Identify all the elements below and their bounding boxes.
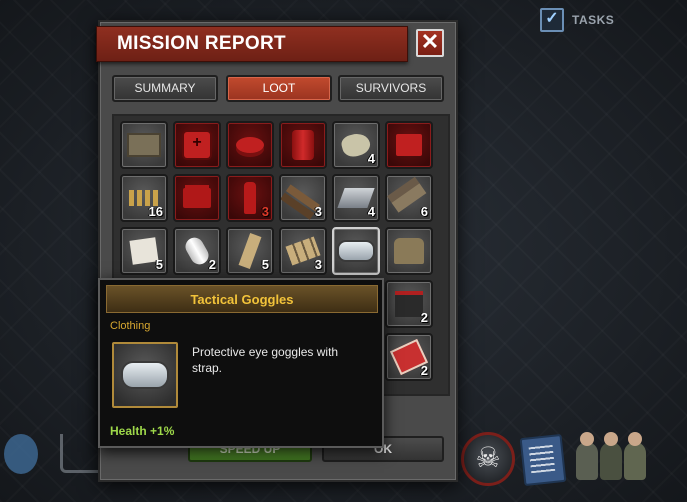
tab-survivors[interactable]: SURVIVORS — [338, 75, 444, 102]
loot-slot[interactable] — [173, 121, 221, 169]
tooltip-title: Tactical Goggles — [190, 292, 294, 307]
loot-slot[interactable]: 4 — [332, 174, 380, 222]
documents-icon[interactable] — [519, 433, 567, 487]
loot-slot[interactable]: 2 — [385, 333, 433, 381]
map-globe-icon[interactable] — [4, 434, 38, 474]
goggles-icon — [337, 240, 375, 262]
loot-slot[interactable]: 4 — [332, 121, 380, 169]
item-tooltip: Tactical Goggles Clothing Protective eye… — [98, 278, 384, 448]
tooltip-category: Clothing — [110, 320, 151, 332]
ammo-crate-icon — [127, 133, 161, 157]
loot-slot[interactable]: 2 — [173, 227, 221, 275]
tooltip-description: Protective eye goggles with strap. — [192, 345, 339, 375]
loot-slot[interactable]: 16 — [120, 174, 168, 222]
window-titlebar: MISSION REPORT — [96, 26, 408, 62]
paper-icon — [129, 237, 159, 265]
close-button[interactable]: ✕ — [416, 29, 444, 57]
tooltip-stat: Health +1% — [110, 424, 175, 438]
wood-stick-icon — [238, 232, 262, 270]
battery-icon — [395, 291, 423, 317]
tab-summary[interactable]: SUMMARY — [112, 75, 218, 102]
tasks-checkbox-icon[interactable]: ✓ — [540, 8, 564, 32]
tooltip-item-frame — [112, 342, 178, 408]
tab-bar: SUMMARY LOOT SURVIVORS — [112, 75, 446, 103]
tooltip-header: Tactical Goggles — [106, 285, 378, 313]
loot-slot[interactable] — [226, 121, 274, 169]
window-title: MISSION REPORT — [117, 33, 286, 54]
fuel-barrel-icon — [292, 130, 314, 160]
boots-icon — [394, 238, 424, 264]
skull-icon[interactable]: ☠ — [461, 432, 515, 486]
tasks-toggle[interactable]: ✓ TASKS — [540, 8, 614, 32]
bottle-icon — [244, 182, 256, 214]
loot-slot[interactable] — [120, 121, 168, 169]
loot-slot[interactable] — [279, 121, 327, 169]
survivors-group-icon[interactable] — [576, 432, 648, 480]
loot-slot[interactable] — [173, 174, 221, 222]
tab-loot[interactable]: LOOT — [226, 75, 332, 102]
loot-slot[interactable] — [385, 227, 433, 275]
food-can-icon — [236, 137, 264, 153]
goggles-icon — [121, 361, 169, 389]
loot-slot[interactable]: 5 — [226, 227, 274, 275]
tasks-label: TASKS — [572, 13, 615, 27]
loot-slot[interactable]: 3 — [279, 174, 327, 222]
paper-roll-icon — [182, 234, 212, 268]
toy-brick-icon — [183, 188, 211, 208]
first-aid-bag-icon — [184, 132, 210, 158]
loot-slot[interactable]: 2 — [385, 280, 433, 328]
loot-slot[interactable]: 6 — [385, 174, 433, 222]
loot-slot[interactable]: 3 — [279, 227, 327, 275]
red-box-icon — [396, 134, 422, 156]
loot-slot[interactable]: 3 — [226, 174, 274, 222]
loot-slot[interactable]: 5 — [120, 227, 168, 275]
loot-slot[interactable] — [385, 121, 433, 169]
loot-slot-selected[interactable] — [332, 227, 380, 275]
